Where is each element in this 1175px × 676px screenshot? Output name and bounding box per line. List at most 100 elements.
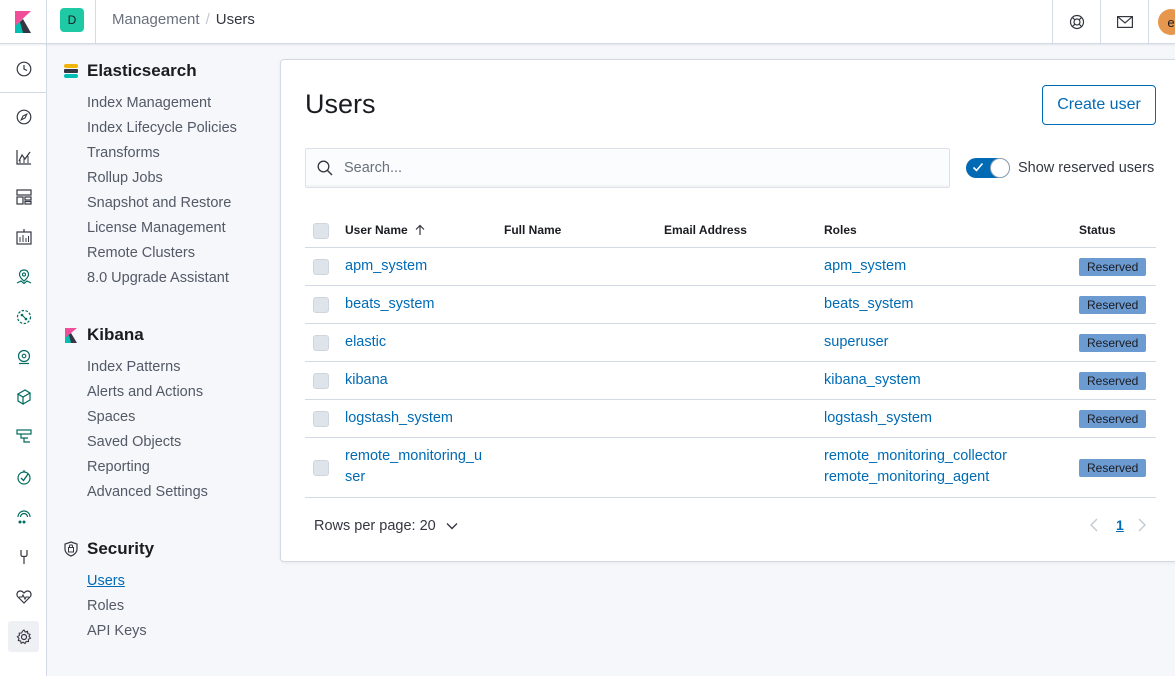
column-header-label: User Name — [345, 223, 408, 237]
table-row: elastic superuser Reserved — [305, 324, 1156, 362]
breadcrumb-management[interactable]: Management — [112, 11, 200, 28]
nav-visualize[interactable] — [8, 141, 39, 172]
nav-stack-management[interactable] — [8, 621, 39, 652]
search-input[interactable] — [344, 160, 924, 176]
create-user-button[interactable]: Create user — [1042, 85, 1156, 125]
nav-stack-monitoring[interactable] — [8, 581, 39, 612]
dashboard-icon — [15, 188, 32, 205]
header-divider — [95, 0, 96, 44]
username-link[interactable]: logstash_system — [345, 410, 453, 426]
nav-item-snapshot-restore[interactable]: Snapshot and Restore — [87, 195, 231, 211]
table-row: remote_monitoring_u ser remote_monitorin… — [305, 438, 1156, 498]
role-link[interactable]: kibana_system — [824, 372, 921, 388]
nav-item-index-management[interactable]: Index Management — [87, 95, 211, 111]
dev-tools-icon — [19, 549, 28, 564]
row-checkbox[interactable] — [313, 259, 329, 275]
maps-icon — [16, 268, 31, 284]
row-checkbox[interactable] — [313, 460, 329, 476]
row-checkbox[interactable] — [313, 411, 329, 427]
visualize-icon — [15, 149, 31, 165]
nav-graph[interactable] — [8, 341, 39, 372]
nav-item-reporting[interactable]: Reporting — [87, 459, 150, 475]
status-badge: Reserved — [1079, 372, 1147, 390]
logs-icon — [15, 428, 32, 443]
management-sidenav: Elasticsearch Index Management Index Lif… — [47, 44, 279, 676]
nav-canvas[interactable] — [8, 221, 39, 252]
page-number-button[interactable]: 1 — [1116, 517, 1124, 533]
nav-group-security: Security — [63, 539, 154, 559]
search-icon — [306, 160, 344, 176]
column-header-email: Email Address — [664, 223, 747, 237]
help-button[interactable] — [1052, 0, 1100, 44]
nav-item-spaces[interactable]: Spaces — [87, 409, 135, 425]
nav-dashboard[interactable] — [8, 181, 39, 212]
row-checkbox[interactable] — [313, 373, 329, 389]
nav-group-title: Security — [87, 539, 155, 558]
search-box — [305, 148, 950, 188]
status-badge: Reserved — [1079, 459, 1147, 477]
rows-per-page-button[interactable]: Rows per page: 20 — [314, 518, 458, 534]
next-page-button[interactable] — [1138, 518, 1146, 537]
graph-icon — [17, 349, 30, 364]
nav-maps[interactable] — [8, 261, 39, 292]
nav-item-advanced-settings[interactable]: Advanced Settings — [87, 484, 208, 500]
reserved-users-toggle[interactable] — [966, 158, 1010, 178]
nav-item-rollup-jobs[interactable]: Rollup Jobs — [87, 170, 163, 186]
shield-icon — [63, 541, 79, 557]
table-pagination: Rows per page: 20 1 — [305, 508, 1156, 544]
nav-item-saved-objects[interactable]: Saved Objects — [87, 434, 181, 450]
apm-icon — [16, 469, 31, 485]
users-panel: Users Create user Show reserved users Us… — [280, 59, 1175, 562]
status-badge: Reserved — [1079, 410, 1147, 428]
username-link[interactable]: apm_system — [345, 258, 427, 274]
space-avatar-button[interactable]: D — [60, 8, 84, 32]
username-link[interactable]: remote_monitoring_u — [345, 448, 482, 464]
nav-machine-learning[interactable] — [8, 301, 39, 332]
username-link[interactable]: beats_system — [345, 296, 434, 312]
newsfeed-button[interactable] — [1100, 0, 1148, 44]
nav-item-api-keys[interactable]: API Keys — [87, 623, 147, 639]
column-header-username[interactable]: User Name — [345, 223, 426, 237]
nav-item-alerts-actions[interactable]: Alerts and Actions — [87, 384, 203, 400]
username-link-continued[interactable]: ser — [345, 469, 365, 485]
nav-item-users[interactable]: Users — [87, 573, 125, 589]
users-table: User Name Full Name Email Address Roles … — [305, 211, 1156, 498]
row-checkbox[interactable] — [313, 297, 329, 313]
table-header: User Name Full Name Email Address Roles … — [305, 211, 1156, 248]
nav-dev-tools[interactable] — [8, 541, 39, 572]
nav-item-transforms[interactable]: Transforms — [87, 145, 160, 161]
nav-item-roles[interactable]: Roles — [87, 598, 124, 614]
username-link[interactable]: elastic — [345, 334, 386, 350]
role-link[interactable]: logstash_system — [824, 410, 932, 426]
role-link[interactable]: apm_system — [824, 258, 906, 274]
top-header: D Management / Users e — [0, 0, 1175, 44]
nav-logs[interactable] — [8, 421, 39, 452]
role-link[interactable]: superuser — [824, 334, 888, 350]
nav-discover[interactable] — [8, 101, 39, 132]
breadcrumb-users: Users — [215, 11, 255, 28]
select-all-checkbox[interactable] — [313, 223, 329, 239]
row-checkbox[interactable] — [313, 335, 329, 351]
nav-item-license-management[interactable]: License Management — [87, 220, 226, 236]
nav-observability[interactable] — [8, 381, 39, 412]
role-link[interactable]: beats_system — [824, 296, 913, 312]
show-reserved-users-switch[interactable]: Show reserved users — [966, 158, 1154, 178]
nav-uptime[interactable] — [8, 501, 39, 532]
toggle-label: Show reserved users — [1018, 160, 1155, 176]
table-row: logstash_system logstash_system Reserved — [305, 400, 1156, 438]
nav-item-index-patterns[interactable]: Index Patterns — [87, 359, 181, 375]
role-link[interactable]: remote_monitoring_agent — [824, 469, 989, 485]
recently-viewed-button[interactable] — [8, 53, 39, 84]
nav-group-title: Kibana — [87, 325, 144, 344]
breadcrumb-separator: / — [205, 11, 210, 28]
nav-rail — [0, 44, 47, 676]
previous-page-button[interactable] — [1090, 518, 1098, 537]
kibana-logo[interactable] — [0, 0, 47, 44]
role-link[interactable]: remote_monitoring_collector — [824, 448, 1007, 464]
nav-item-upgrade-assistant[interactable]: 8.0 Upgrade Assistant — [87, 270, 229, 286]
clock-icon — [16, 61, 31, 76]
nav-apm[interactable] — [8, 461, 39, 492]
nav-item-index-lifecycle-policies[interactable]: Index Lifecycle Policies — [87, 120, 237, 136]
username-link[interactable]: kibana — [345, 372, 388, 388]
nav-item-remote-clusters[interactable]: Remote Clusters — [87, 245, 195, 261]
